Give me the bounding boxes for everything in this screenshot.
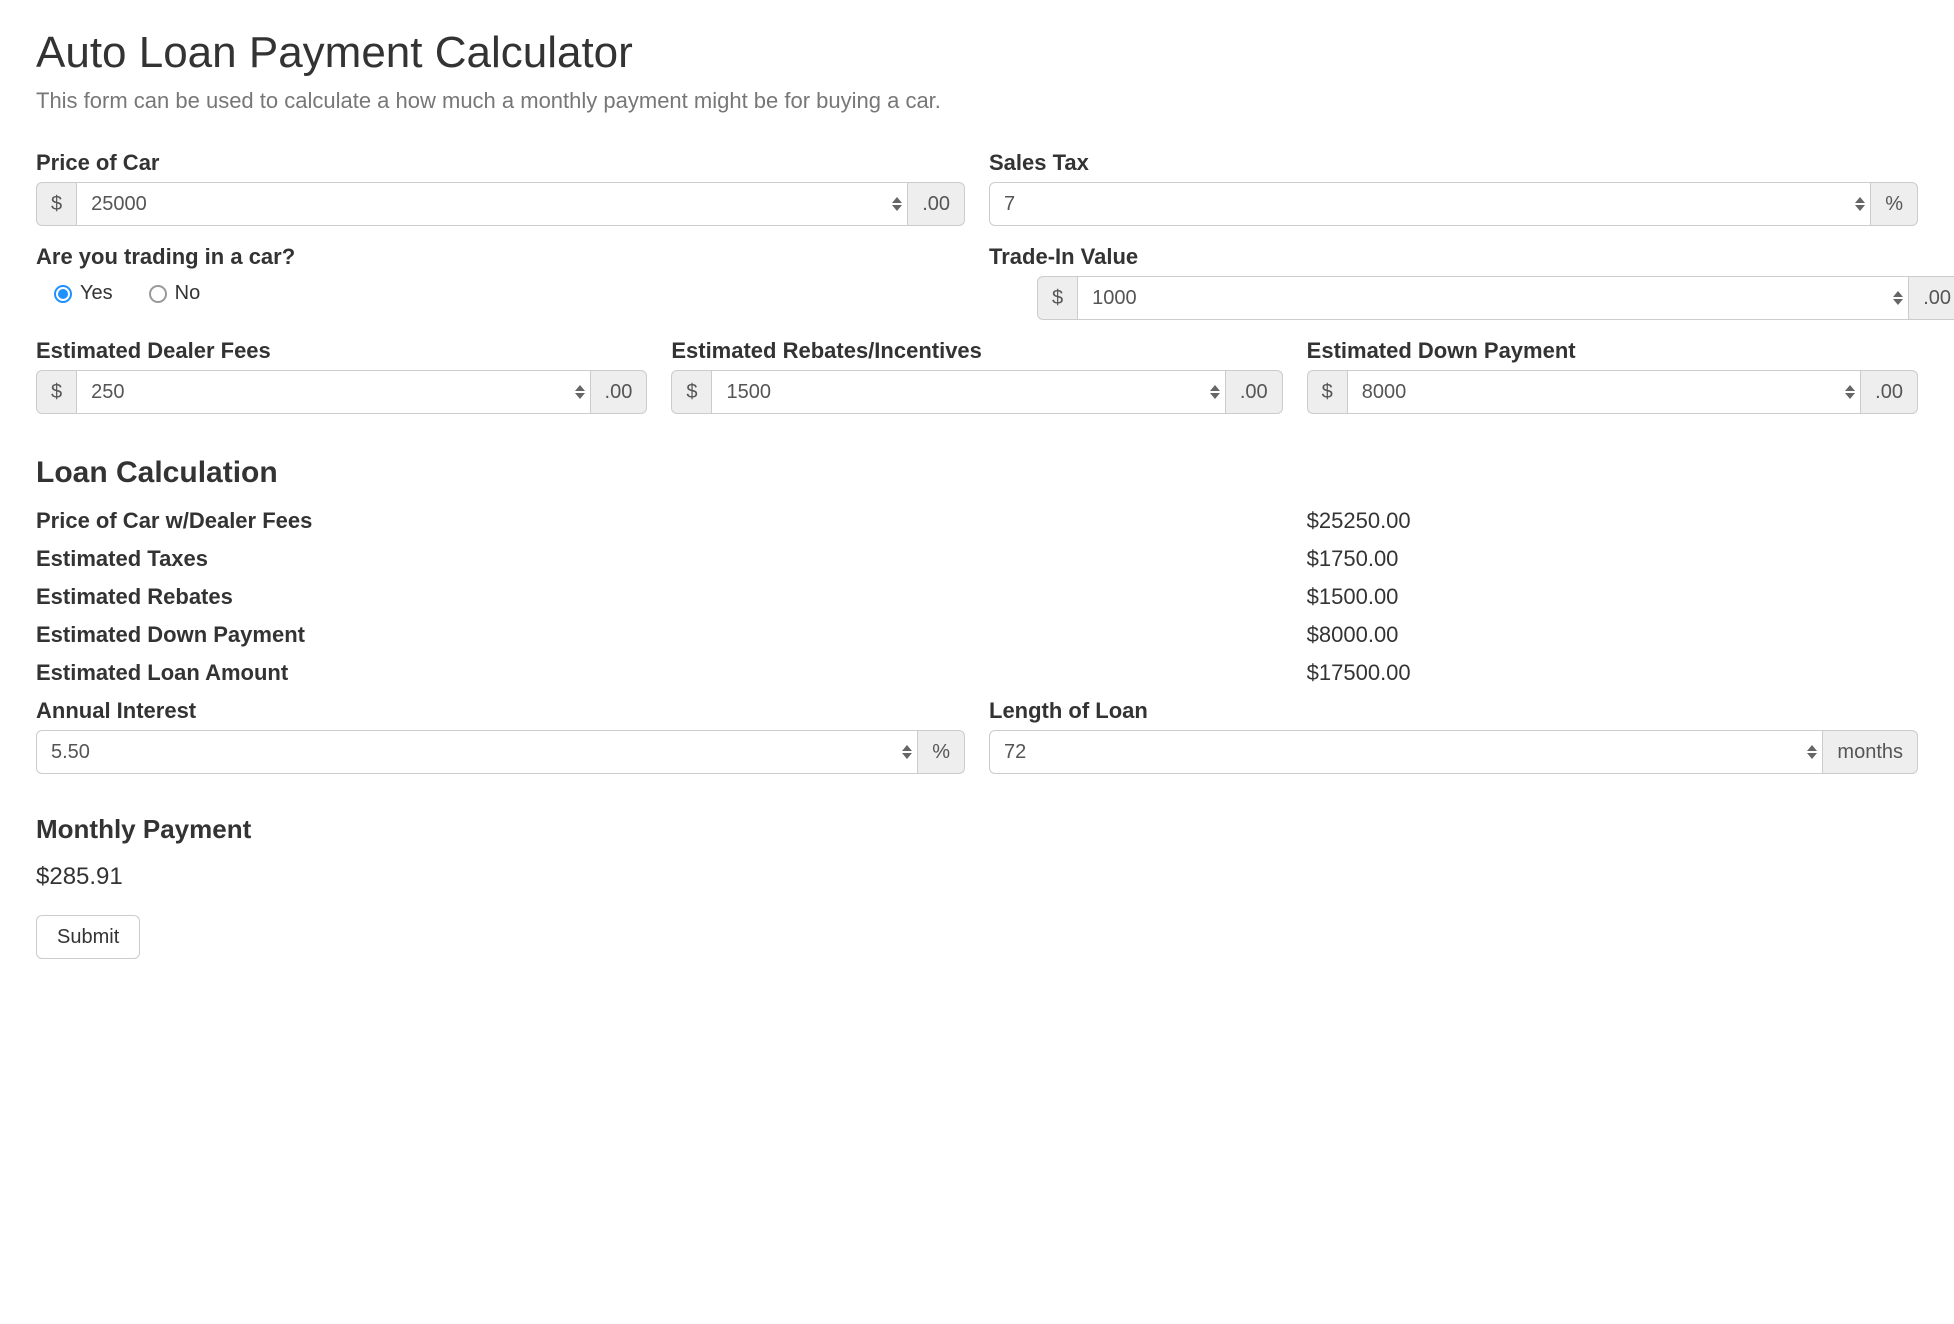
dollar-sign-addon: $	[1307, 370, 1347, 414]
rebates-label: Estimated Rebates/Incentives	[671, 338, 1282, 364]
estimated-down-payment-label: Estimated Down Payment	[24, 622, 1295, 648]
length-of-loan-label: Length of Loan	[989, 698, 1918, 724]
length-of-loan-field: Length of Loan months	[989, 698, 1918, 774]
down-payment-label: Estimated Down Payment	[1307, 338, 1918, 364]
estimated-rebates-label: Estimated Rebates	[24, 584, 1295, 610]
trading-yes-radio[interactable]: Yes	[54, 282, 113, 305]
trading-yes-label: Yes	[80, 282, 113, 305]
price-label: Price of Car	[36, 150, 965, 176]
dollar-sign-addon: $	[36, 182, 76, 226]
sales-tax-input[interactable]	[989, 182, 1871, 226]
dealer-fees-field: Estimated Dealer Fees $ .00	[36, 338, 647, 414]
percent-addon: %	[1871, 182, 1918, 226]
cents-addon: .00	[591, 370, 648, 414]
radio-icon	[149, 285, 167, 303]
cents-addon: .00	[1861, 370, 1918, 414]
dollar-sign-addon: $	[36, 370, 76, 414]
trade-in-field: Trade-In Value $ .00	[989, 244, 1918, 320]
down-payment-field: Estimated Down Payment $ .00	[1307, 338, 1918, 414]
number-stepper-icon[interactable]	[892, 196, 902, 212]
price-field: Price of Car $ .00	[36, 150, 965, 226]
number-stepper-icon[interactable]	[1845, 384, 1855, 400]
number-stepper-icon[interactable]	[575, 384, 585, 400]
page-description: This form can be used to calculate a how…	[36, 88, 1918, 114]
trading-question-label: Are you trading in a car?	[36, 244, 965, 270]
percent-addon: %	[918, 730, 965, 774]
number-stepper-icon[interactable]	[1807, 744, 1817, 760]
trading-no-radio[interactable]: No	[149, 282, 201, 305]
page-title: Auto Loan Payment Calculator	[36, 28, 1918, 78]
monthly-payment-title: Monthly Payment	[36, 814, 1918, 845]
estimated-loan-amount-label: Estimated Loan Amount	[24, 660, 1295, 686]
sales-tax-field: Sales Tax %	[989, 150, 1918, 226]
cents-addon: .00	[908, 182, 965, 226]
price-with-fees-label: Price of Car w/Dealer Fees	[24, 508, 1295, 534]
annual-interest-field: Annual Interest %	[36, 698, 965, 774]
trading-question-field: Are you trading in a car? Yes No	[36, 244, 965, 305]
trading-no-label: No	[175, 282, 201, 305]
submit-button[interactable]: Submit	[36, 915, 140, 959]
months-addon: months	[1823, 730, 1918, 774]
cents-addon: .00	[1226, 370, 1283, 414]
trade-in-label: Trade-In Value	[989, 244, 1918, 270]
annual-interest-input[interactable]	[36, 730, 918, 774]
rebates-input[interactable]	[711, 370, 1225, 414]
price-input[interactable]	[76, 182, 908, 226]
estimated-taxes-label: Estimated Taxes	[24, 546, 1295, 572]
sales-tax-label: Sales Tax	[989, 150, 1918, 176]
radio-icon	[54, 285, 72, 303]
estimated-taxes-value: $1750.00	[1295, 546, 1930, 572]
trade-in-input[interactable]	[1077, 276, 1909, 320]
dollar-sign-addon: $	[671, 370, 711, 414]
estimated-loan-amount-value: $17500.00	[1295, 660, 1930, 686]
estimated-rebates-value: $1500.00	[1295, 584, 1930, 610]
price-with-fees-value: $25250.00	[1295, 508, 1930, 534]
length-of-loan-input[interactable]	[989, 730, 1823, 774]
loan-calculation-title: Loan Calculation	[36, 456, 1918, 490]
dealer-fees-label: Estimated Dealer Fees	[36, 338, 647, 364]
dealer-fees-input[interactable]	[76, 370, 590, 414]
number-stepper-icon[interactable]	[1210, 384, 1220, 400]
cents-addon: .00	[1909, 276, 1954, 320]
down-payment-input[interactable]	[1347, 370, 1861, 414]
rebates-field: Estimated Rebates/Incentives $ .00	[671, 338, 1282, 414]
number-stepper-icon[interactable]	[1893, 290, 1903, 306]
dollar-sign-addon: $	[1037, 276, 1077, 320]
estimated-down-payment-value: $8000.00	[1295, 622, 1930, 648]
number-stepper-icon[interactable]	[902, 744, 912, 760]
annual-interest-label: Annual Interest	[36, 698, 965, 724]
number-stepper-icon[interactable]	[1855, 196, 1865, 212]
monthly-payment-value: $285.91	[36, 863, 1918, 891]
